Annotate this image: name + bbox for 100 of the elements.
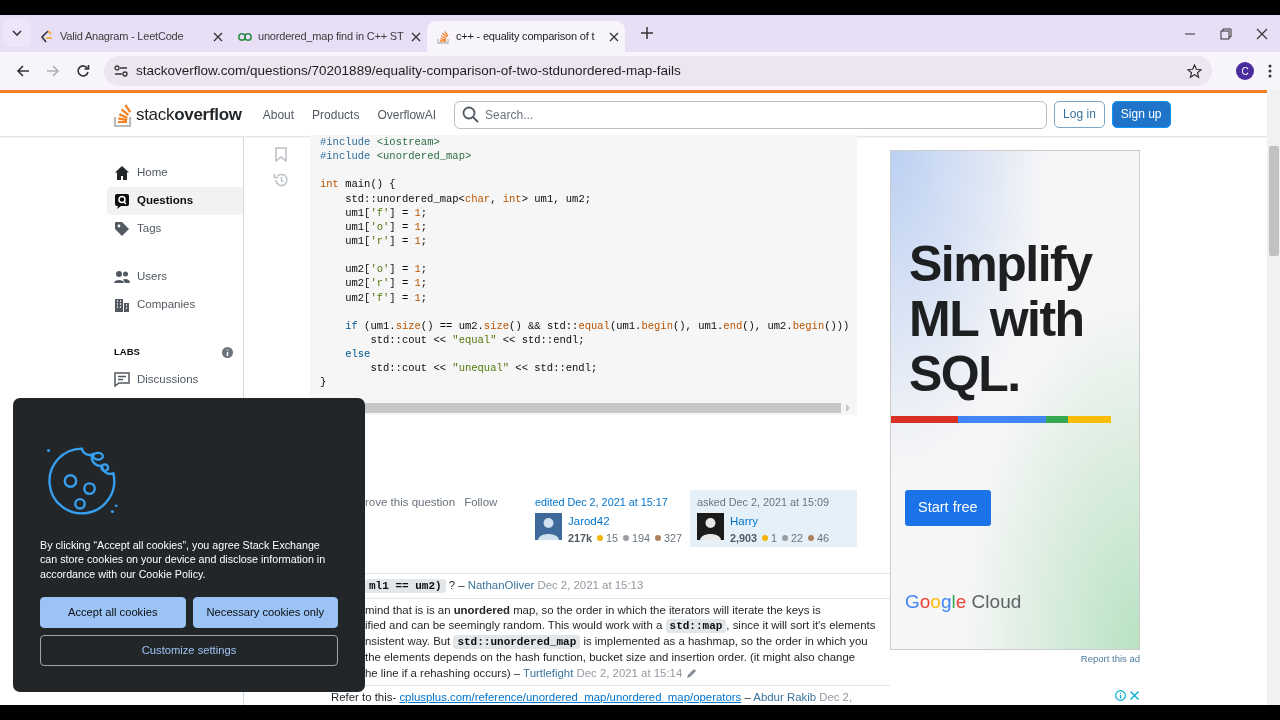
- info-icon[interactable]: [222, 346, 233, 358]
- address-bar[interactable]: stackoverflow.com/questions/70201889/equality-comparison-of-two-stdunordered-map-fails: [104, 56, 1212, 86]
- info-icon[interactable]: [1115, 690, 1126, 702]
- comment-text: the elements depends on the hash function, bucket size and insertion order. (it might also change: [365, 650, 856, 666]
- logo[interactable]: stackoverflow: [112, 101, 242, 128]
- star-icon[interactable]: [1187, 63, 1202, 79]
- code-line: um1['f'] = 1;: [344, 205, 429, 220]
- search-field[interactable]: Search...: [454, 100, 1048, 129]
- ad-headline: ML with: [908, 292, 1085, 347]
- sidebar-item[interactable]: Discussions: [107, 365, 243, 394]
- sidebar-item[interactable]: Tags: [107, 215, 243, 243]
- chat-icon: [114, 371, 130, 388]
- post-menu-link[interactable]: Follow: [464, 493, 498, 547]
- sidebar-item[interactable]: Home: [107, 159, 243, 187]
- nav-link[interactable]: About: [253, 99, 304, 130]
- consent-button[interactable]: Accept all cookies: [40, 597, 186, 629]
- close-icon[interactable]: [411, 31, 421, 42]
- user-name[interactable]: Harry: [730, 514, 759, 527]
- vertical-scrollbar[interactable]: [1267, 90, 1280, 705]
- comment-text: ml1 == um2) ? – NathanOliver Dec 2, 2021 at 15:13: [365, 577, 644, 594]
- sidebar-item[interactable]: Questions: [107, 187, 243, 215]
- post-menu-link[interactable]: rove this question: [365, 493, 456, 547]
- post-timestamp: asked Dec 2, 2021 at 15:09: [697, 494, 831, 510]
- nav-link[interactable]: OverflowAI: [368, 99, 446, 130]
- code-line: um1['r'] = 1;: [344, 234, 429, 249]
- sidebar-item[interactable]: Users: [107, 263, 243, 291]
- code-line: um2['r'] = 1;: [344, 276, 429, 291]
- comment-text: mind that is is an unordered map, so the order in which the iterators will iterate the keys is: [365, 602, 821, 618]
- ad-banner[interactable]: Simplify ML with SQL. Start free Google Cloud: [890, 150, 1140, 650]
- reference-link[interactable]: cplusplus.com/reference/unordered_map/unordered_map/operators: [399, 690, 742, 703]
- tag-icon: [114, 221, 130, 237]
- post-timestamp: edited Dec 2, 2021 at 15:17: [535, 494, 669, 510]
- pencil-icon[interactable]: [686, 667, 698, 679]
- comment-text: he line if a rehashing occurs) – Turtlefight Dec 2, 2021 at 15:14: [365, 665, 683, 681]
- badge-count: 194: [632, 530, 651, 546]
- code-line: um1['o'] = 1;: [344, 219, 429, 234]
- code-line: if (um1.size() == um2.size() && std::equal(um1.begin(), um1.end(), um2.begin())): [344, 318, 851, 333]
- user-link[interactable]: NathanOliver: [467, 578, 535, 591]
- consent-button[interactable]: Necessary cookies only: [192, 597, 338, 629]
- browser-tab[interactable]: unordered_map find in C++ ST: [229, 21, 427, 52]
- restore-icon[interactable]: [1220, 27, 1232, 40]
- code-line: std::unordered_map<char, int> um1, um2;: [344, 191, 592, 206]
- code-line: int main() {: [319, 177, 397, 192]
- close-icon[interactable]: [609, 31, 619, 42]
- user-link[interactable]: Turtlefight: [523, 666, 574, 679]
- customize-button[interactable]: Customize settings: [40, 635, 338, 667]
- signup-button[interactable]: Sign up: [1111, 101, 1171, 128]
- user-avatar[interactable]: [697, 512, 724, 540]
- menu-icon[interactable]: [1268, 64, 1272, 78]
- comment-text: ified and can be seemingly random. This would work with a std::map , since it will sort it's elements: [365, 617, 876, 635]
- chevron-icon: [39, 29, 55, 44]
- comment-text: Refer to this- cplusplus.com/reference/unordered_map/unordered_map/operators – Abdur Rakib Dec 2,: [331, 689, 853, 705]
- code-line: std::cout << "unequal" << std::endl;: [369, 361, 599, 376]
- ad-headline: SQL.: [908, 347, 1021, 402]
- nav-link[interactable]: Products: [303, 99, 369, 130]
- badge-count: 327: [664, 530, 683, 546]
- building-icon: [114, 297, 130, 313]
- plus-icon: [641, 27, 653, 39]
- close-icon[interactable]: [1256, 27, 1268, 40]
- reputation: 217k: [568, 530, 593, 546]
- chevron-down-icon: [12, 30, 22, 36]
- comment-text: nsistent way. But std::unordered_map is implemented as a hashmap, so the order in which you: [365, 634, 868, 651]
- badge-count: 1: [771, 530, 778, 546]
- logo-text: stackoverflow: [136, 103, 242, 126]
- ad-headline: Simplify: [908, 237, 1094, 292]
- reload-icon: [76, 64, 90, 78]
- forward-icon: [46, 64, 60, 78]
- code-line: else: [344, 347, 372, 362]
- sidebar-item[interactable]: Companies: [107, 291, 243, 319]
- code-line: #include <unordered_map>: [319, 149, 473, 164]
- code-line: um2['o'] = 1;: [344, 262, 429, 277]
- code-line: std::cout << "equal" << std::endl;: [369, 332, 586, 348]
- browser-tab[interactable]: c++ - equality comparison of t: [427, 21, 625, 52]
- report-ad-link[interactable]: Report this ad: [1080, 653, 1140, 664]
- question-icon: [114, 193, 130, 209]
- user-link[interactable]: Abdur Rakib: [753, 690, 817, 703]
- code-line: um2['f'] = 1;: [344, 290, 429, 305]
- badge-count: 46: [817, 530, 830, 546]
- code-line: }: [319, 375, 328, 390]
- home-icon: [114, 165, 130, 181]
- user-name[interactable]: Jarod42: [568, 514, 610, 527]
- login-button[interactable]: Log in: [1054, 101, 1105, 128]
- section-heading: LABS: [114, 345, 140, 359]
- stack-icon: [435, 29, 451, 44]
- start-button[interactable]: Start free: [905, 490, 991, 526]
- code-line: #include <iostream>: [319, 135, 441, 150]
- search-icon: [462, 105, 480, 123]
- close-icon[interactable]: [213, 31, 223, 42]
- reputation: 2,903: [730, 530, 758, 546]
- cookie-policy-link[interactable]: Cookie Policy: [138, 567, 203, 580]
- brand-logo: Google Cloud: [905, 589, 1022, 614]
- tab-list-button[interactable]: [3, 19, 31, 47]
- browser-tab[interactable]: Valid Anagram - LeetCode: [31, 21, 229, 52]
- site-settings-icon[interactable]: [114, 65, 128, 77]
- consent-message: By clicking “Accept all cookies”, you agree Stack Exchange can store cookies on your device and disclose information in accordance with our Cookie Policy.: [40, 538, 327, 582]
- profile-avatar[interactable]: C: [1236, 62, 1254, 80]
- users-icon: [114, 269, 130, 285]
- badge-count: 15: [606, 530, 619, 546]
- badge-count: 22: [791, 530, 804, 546]
- back-icon: [16, 64, 30, 78]
